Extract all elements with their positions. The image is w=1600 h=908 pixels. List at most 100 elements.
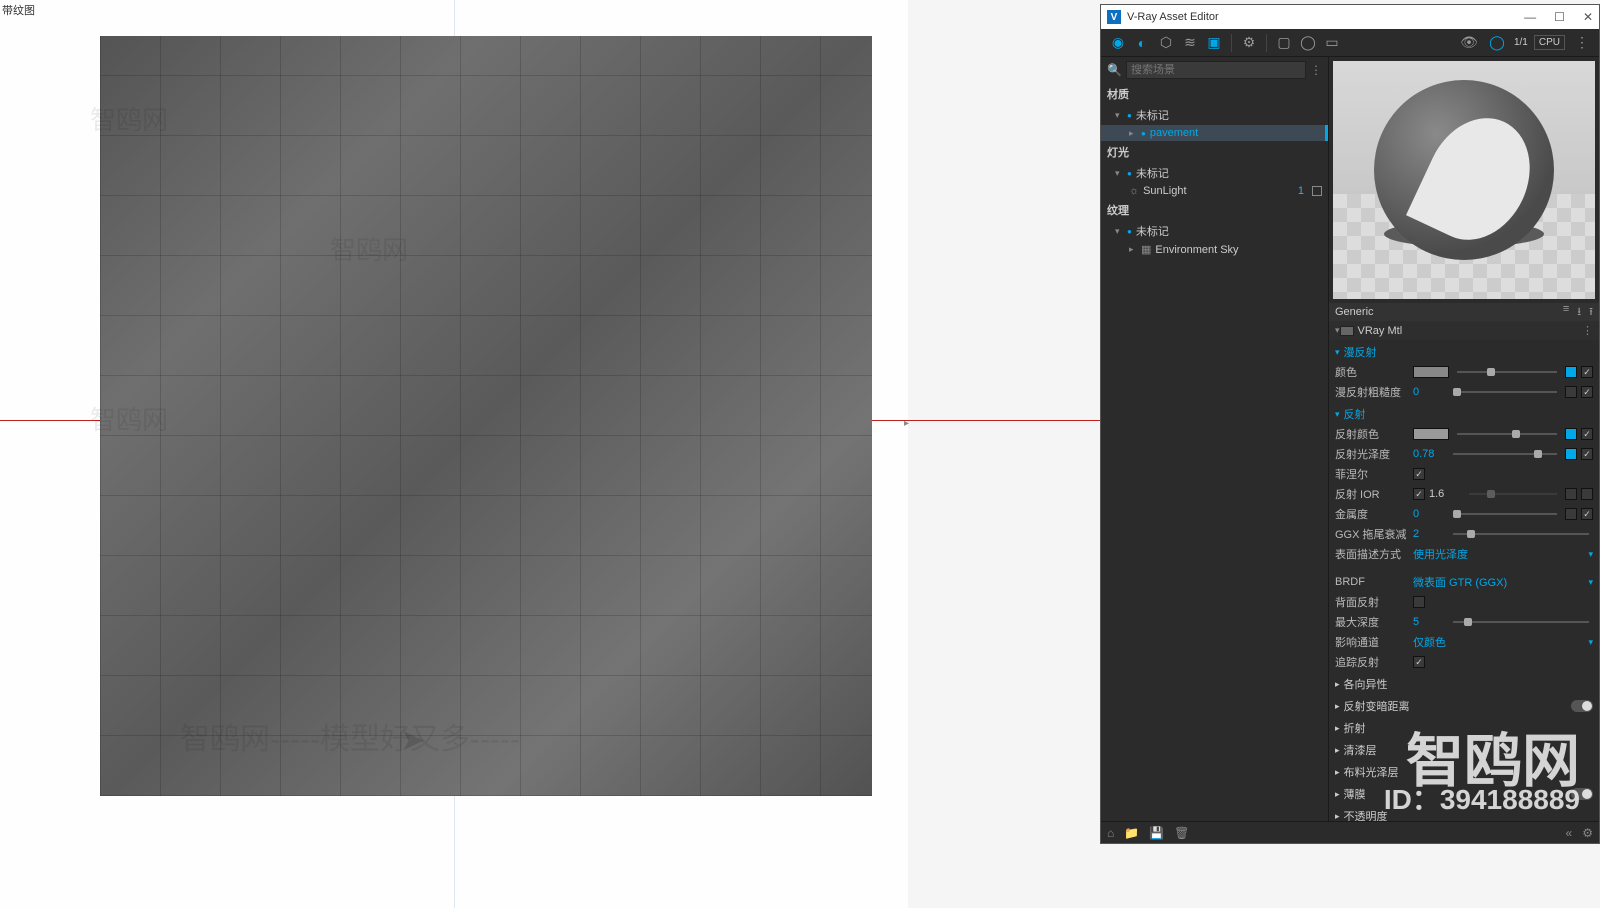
render-output-icon[interactable]: ◯	[1297, 32, 1319, 54]
tree-item-untagged-lights[interactable]: ▾●未标记	[1101, 163, 1328, 183]
watermark: 智鸥网	[330, 230, 408, 267]
material-header[interactable]: ▾ VRay Mtl ⋮	[1329, 321, 1599, 340]
prop-label: BRDF	[1335, 576, 1409, 588]
expand-handle[interactable]: ▸	[904, 418, 914, 428]
preset-icon[interactable]: ≡	[1563, 303, 1569, 322]
group-label: 薄膜	[1344, 786, 1366, 802]
group-anisotropy[interactable]: ▸各向异性	[1335, 672, 1593, 694]
texture-chip[interactable]	[1565, 386, 1577, 398]
chevron-down-icon[interactable]: ▾	[1588, 637, 1593, 648]
save-icon[interactable]: 💾	[1149, 826, 1164, 840]
enable-checkbox[interactable]	[1312, 186, 1322, 196]
color-swatch[interactable]	[1413, 428, 1449, 440]
color-swatch[interactable]	[1413, 366, 1449, 378]
home-icon[interactable]: ⌂	[1107, 826, 1114, 840]
group-label: 不透明度	[1344, 808, 1388, 821]
tree-item-pavement[interactable]: ▸●pavement	[1101, 125, 1328, 141]
texture-chip[interactable]	[1565, 428, 1577, 440]
menu-icon[interactable]: ⋮	[1571, 32, 1593, 54]
value[interactable]: 0	[1413, 386, 1445, 398]
prop-max-depth: 最大深度 5	[1335, 612, 1593, 632]
value[interactable]: 5	[1413, 616, 1445, 628]
tree-item-untagged-tex[interactable]: ▾●未标记	[1101, 221, 1328, 241]
group-reflection[interactable]: ▾反射	[1335, 402, 1593, 424]
enable-checkbox[interactable]	[1581, 508, 1593, 520]
folder-icon[interactable]: 📁	[1124, 826, 1139, 840]
asset-tree-pane: 🔍 ⋮ 材质 ▾●未标记 ▸●pavement 灯光 ▾●未标记 ☼SunLig…	[1101, 57, 1329, 821]
slider[interactable]	[1453, 391, 1557, 393]
prop-label: 追踪反射	[1335, 654, 1409, 670]
dropdown[interactable]: 微表面 GTR (GGX)	[1413, 574, 1584, 590]
slider[interactable]	[1453, 533, 1589, 535]
dropdown[interactable]: 使用光泽度	[1413, 546, 1584, 562]
enable-checkbox[interactable]	[1581, 386, 1593, 398]
fresnel-checkbox[interactable]	[1413, 468, 1425, 480]
prop-label: 影响通道	[1335, 634, 1409, 650]
checkbox[interactable]	[1413, 656, 1425, 668]
render-tab-icon[interactable]: ▣	[1203, 32, 1225, 54]
value[interactable]: 1.6	[1429, 488, 1461, 500]
tree-item-sunlight[interactable]: ☼SunLight1	[1101, 183, 1328, 199]
material-name[interactable]: VRay Mtl	[1358, 325, 1403, 337]
slider[interactable]	[1453, 453, 1557, 455]
chevron-down-icon[interactable]: ▾	[1588, 577, 1593, 588]
group-label: 各向异性	[1344, 676, 1388, 692]
show-icon[interactable]: 👁	[1458, 32, 1480, 54]
prop-reflect-gloss: 反射光泽度 0.78	[1335, 444, 1593, 464]
delete-icon[interactable]: 🗑	[1174, 826, 1189, 840]
texture-chip[interactable]	[1565, 488, 1577, 500]
render-mode[interactable]: CPU	[1534, 35, 1565, 50]
prop-ggx-tail: GGX 拖尾衰减 2	[1335, 524, 1593, 544]
geometry-tab-icon[interactable]: ⬡	[1155, 32, 1177, 54]
more-icon[interactable]: ⋮	[1582, 324, 1593, 337]
enable-checkbox[interactable]	[1581, 448, 1593, 460]
checkbox[interactable]	[1413, 596, 1425, 608]
load-icon[interactable]: ⭱	[1589, 303, 1593, 322]
enable-checkbox[interactable]	[1581, 366, 1593, 378]
materials-tab-icon[interactable]: ◉	[1107, 32, 1129, 54]
enable-checkbox[interactable]	[1581, 428, 1593, 440]
viewport-3d[interactable]: 带纹图 智鸥网 智鸥网 智鸥网 智鸥网-----模型好又多----- ➤	[0, 0, 908, 908]
tree-item-untagged[interactable]: ▾●未标记	[1101, 105, 1328, 125]
close-button[interactable]: ✕	[1583, 10, 1593, 24]
settings-icon[interactable]: ⚙	[1238, 32, 1260, 54]
texture-plane[interactable]	[100, 36, 872, 796]
value[interactable]: 2	[1413, 528, 1445, 540]
enable-checkbox[interactable]	[1581, 488, 1593, 500]
lights-tab-icon[interactable]: ◐	[1131, 32, 1153, 54]
material-type-bar[interactable]: Generic ≡⭳⭱	[1329, 303, 1599, 321]
texture-chip[interactable]	[1565, 508, 1577, 520]
material-preview[interactable]	[1333, 61, 1595, 299]
tree-item-env-sky[interactable]: ▸▦Environment Sky	[1101, 241, 1328, 258]
lock-checkbox[interactable]	[1413, 488, 1425, 500]
slider[interactable]	[1453, 513, 1557, 515]
group-diffuse[interactable]: ▾漫反射	[1335, 340, 1593, 362]
textures-tab-icon[interactable]: ≋	[1179, 32, 1201, 54]
chevron-down-icon[interactable]: ▾	[1588, 549, 1593, 560]
save-icon[interactable]: ⭳	[1577, 303, 1581, 322]
slider[interactable]	[1457, 371, 1557, 373]
minimize-button[interactable]: —	[1524, 10, 1536, 24]
bird-icon: ➤	[400, 723, 425, 758]
title-bar[interactable]: V V-Ray Asset Editor — ☐ ✕	[1101, 5, 1599, 29]
dropdown[interactable]: 仅颜色	[1413, 634, 1584, 650]
settings-footer-icon[interactable]: ⚙	[1582, 826, 1593, 840]
search-input[interactable]	[1126, 61, 1306, 79]
group-label: 清漆层	[1344, 742, 1377, 758]
filter-icon[interactable]: ⋮	[1310, 63, 1322, 77]
texture-chip[interactable]	[1565, 448, 1577, 460]
render-button[interactable]: ◯	[1486, 32, 1508, 54]
texture-chip[interactable]	[1565, 366, 1577, 378]
frame-buffer-icon[interactable]: ▭	[1321, 32, 1343, 54]
slider[interactable]	[1457, 433, 1557, 435]
maximize-button[interactable]: ☐	[1554, 10, 1565, 24]
camera-icon[interactable]: ▢	[1273, 32, 1295, 54]
value[interactable]: 0.78	[1413, 448, 1445, 460]
collapse-icon[interactable]: «	[1566, 826, 1573, 840]
value[interactable]: 0	[1413, 508, 1445, 520]
toggle-switch[interactable]	[1571, 700, 1593, 712]
group-refl-dim[interactable]: ▸反射变暗距离	[1335, 694, 1593, 716]
section-materials: 材质	[1101, 83, 1328, 105]
slider[interactable]	[1453, 621, 1589, 623]
prop-trace-reflect: 追踪反射	[1335, 652, 1593, 672]
